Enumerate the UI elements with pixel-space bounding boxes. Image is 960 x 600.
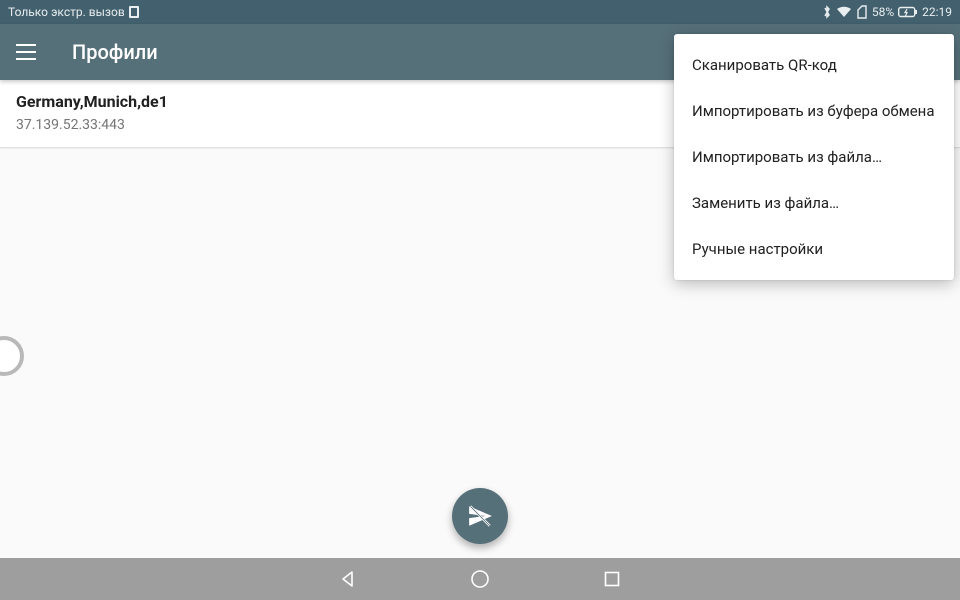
nav-recent-button[interactable]: [601, 568, 623, 590]
page-title: Профили: [72, 40, 158, 64]
nav-back-button[interactable]: [337, 568, 359, 590]
system-nav-bar: [0, 558, 960, 600]
status-bar: Только экстр. вызов 58% 22:19: [0, 0, 960, 24]
bluetooth-icon: [822, 5, 832, 19]
menu-item-import-clipboard[interactable]: Импортировать из буфера обмена: [674, 88, 954, 134]
circle-home-icon: [470, 569, 490, 589]
square-recent-icon: [603, 570, 621, 588]
menu-item-manual-settings[interactable]: Ручные настройки: [674, 226, 954, 272]
battery-saver-icon: [856, 5, 868, 19]
nav-home-button[interactable]: [469, 568, 491, 590]
status-right: 58% 22:19: [822, 5, 952, 19]
sim-icon: [129, 6, 139, 18]
wifi-icon: [836, 6, 852, 18]
battery-icon: [898, 6, 918, 18]
menu-item-scan-qr[interactable]: Сканировать QR-код: [674, 42, 954, 88]
menu-item-replace-file[interactable]: Заменить из файла…: [674, 180, 954, 226]
paper-plane-off-icon: [467, 503, 493, 529]
status-carrier-text: Только экстр. вызов: [8, 5, 125, 19]
status-left: Только экстр. вызов: [8, 5, 139, 19]
status-time-text: 22:19: [922, 5, 952, 19]
battery-percent-text: 58%: [872, 5, 894, 19]
menu-icon[interactable]: [16, 40, 40, 64]
menu-item-import-file[interactable]: Импортировать из файла…: [674, 134, 954, 180]
add-menu-popup: Сканировать QR-код Импортировать из буфе…: [674, 34, 954, 280]
connect-fab[interactable]: [452, 488, 508, 544]
triangle-back-icon: [339, 570, 357, 588]
